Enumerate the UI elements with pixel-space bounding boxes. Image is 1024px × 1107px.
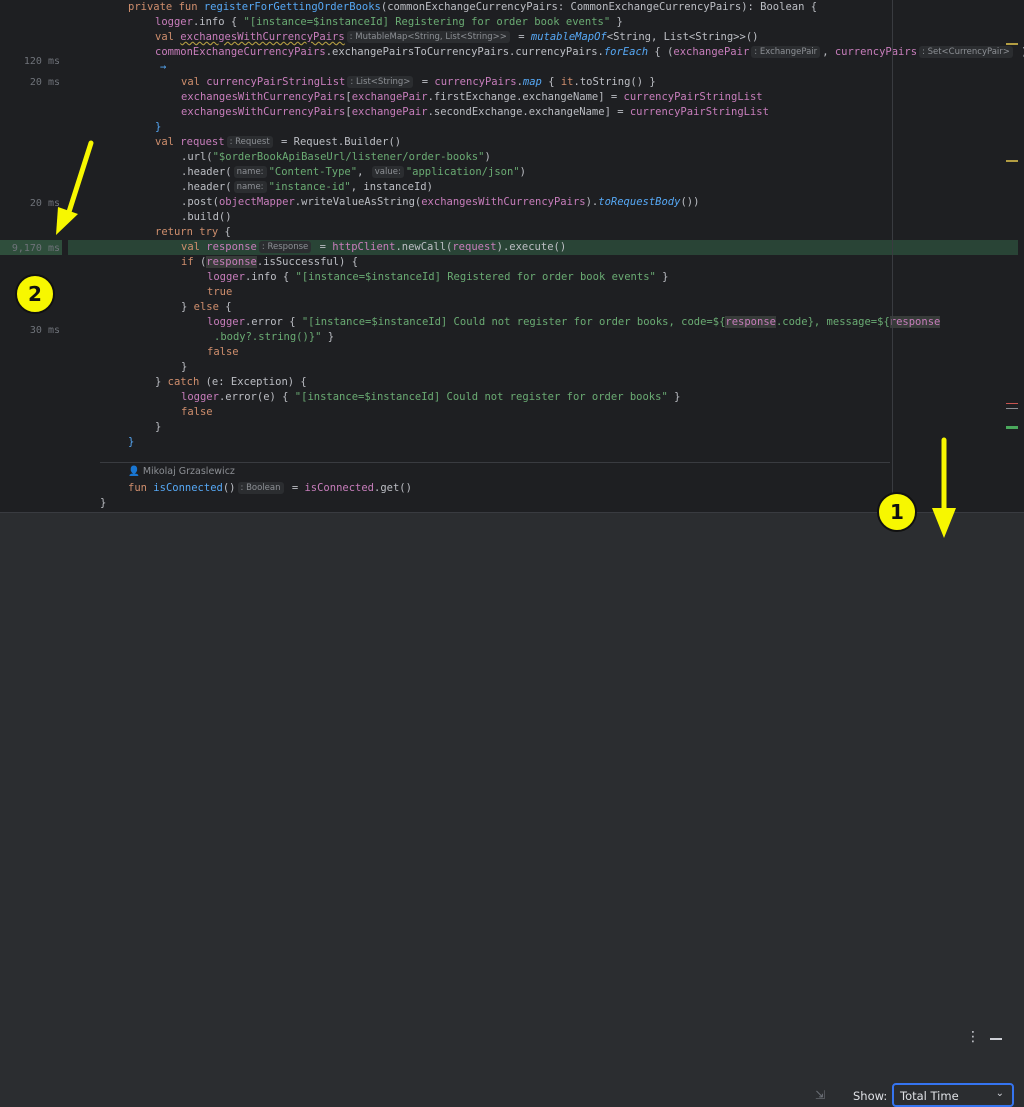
chevron-down-icon: ⌄ [995,1088,1004,1099]
show-mode-select[interactable]: Total Time ⌄ [892,1083,1014,1107]
lambda-arrow-icon: → [160,61,167,73]
code-line: .header(name: "Content-Type", value: "appl… [181,166,526,178]
gutter-time: 30 ms [29,325,60,336]
annotation-badge-2: 2 [15,274,55,314]
code-author: 👤 Mikolaj Grzaslewicz [128,466,235,477]
param-hint: value: [371,166,404,178]
gutter-time: 20 ms [29,77,60,88]
param-hint: name: [233,166,267,178]
code-line: logger.info { "[instance=$instanceId] Re… [207,271,669,283]
code-line: commonExchangeCurrencyPairs.exchangePair… [155,45,1024,60]
code-line-hot: val response: Response = httpClient.newC… [181,241,567,253]
type-hint: : MutableMap<String, List<String>> [346,31,510,43]
type-hint: : Boolean [237,482,284,494]
profiler-panel-header: ⋮ [0,512,1024,1045]
code-line: fun isConnected(): Boolean = isConnected… [128,482,412,494]
divider [100,462,890,463]
code-line: .url("$orderBookApiBaseUrl/listener/orde… [181,151,491,163]
code-line: val exchangesWithCurrencyPairs: MutableM… [155,31,759,43]
gutter-time-hot: 9,170 ms [11,243,60,254]
code-line: } [181,361,188,373]
collapse-icon[interactable]: ⇲ [815,1088,825,1102]
gutter-time: 20 ms [29,198,60,209]
code-line: false [207,346,239,358]
code-line: logger.info { "[instance=$instanceId] Re… [155,16,623,28]
code-line: private fun registerForGettingOrderBooks… [128,1,818,13]
code-line: } [155,121,162,133]
param-hint: name: [233,181,267,193]
code-line: logger.error { "[instance=$instanceId] C… [207,316,941,328]
minimize-icon[interactable] [990,1038,1002,1040]
show-label: Show: [853,1089,888,1103]
code-editor[interactable]: 120 ms 20 ms 20 ms 9,170 ms 30 ms privat… [0,0,1024,512]
gutter-time: 120 ms [23,56,60,67]
type-hint: : ExchangePair [751,46,821,58]
right-margin-guide [892,0,893,512]
code-line: } [100,497,107,509]
type-hint: : Response [258,241,312,253]
code-line: → [160,60,166,75]
code-line: val currencyPairStringList: List<String>… [181,76,656,88]
code-line: false [181,406,213,418]
code-line: } catch (e: Exception) { [155,376,307,388]
gutter: 120 ms 20 ms 20 ms 9,170 ms 30 ms [0,0,68,512]
code-line: val request: Request = Request.Builder() [155,136,402,148]
code-line: exchangesWithCurrencyPairs[exchangePair.… [181,91,763,103]
code-line: .build() [181,211,232,223]
code-line: .body?.string()}" } [214,331,335,343]
type-hint: : Set<CurrencyPair> [919,46,1013,58]
code-line: } [155,421,162,433]
code-line: return try { [155,226,231,238]
code-line: exchangesWithCurrencyPairs[exchangePair.… [181,106,769,118]
show-mode-value: Total Time [900,1089,959,1103]
type-hint: : Request [226,136,273,148]
code-line: logger.error(e) { "[instance=$instanceId… [181,391,681,403]
code-line: } else { [181,301,232,313]
code-line: .post(objectMapper.writeValueAsString(ex… [181,196,700,208]
type-hint: : List<String> [347,76,414,88]
annotation-badge-1: 1 [877,492,917,532]
code-line: } [128,436,135,448]
profiler-panel-footer: ⇲ Show: Total Time ⌄ [0,540,1024,1107]
code-line: .header(name: "instance-id", instanceId) [181,181,433,193]
code-line: true [207,286,233,298]
more-vertical-icon[interactable]: ⋮ [966,1029,980,1045]
code-line: if (response.isSuccessful) { [181,256,359,268]
